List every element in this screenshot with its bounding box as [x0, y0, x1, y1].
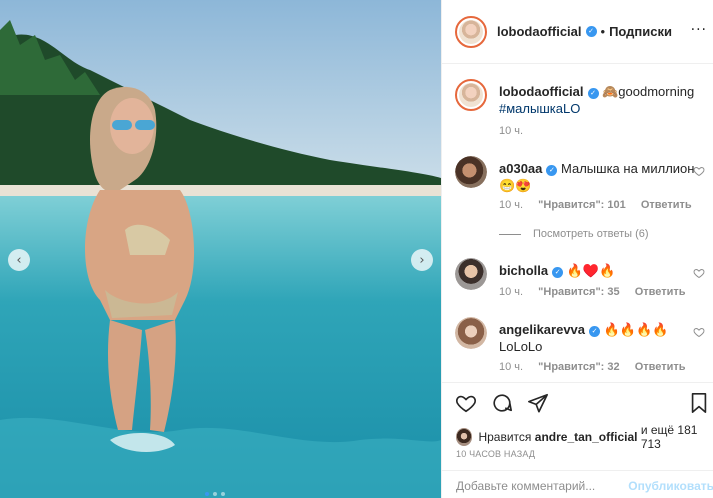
verified-icon: ✓ [585, 26, 597, 37]
commenter-avatar[interactable] [455, 156, 487, 188]
commenter-username[interactable]: angelikarevva [499, 322, 585, 337]
comment-item: angelikarevva ✓ 🔥🔥🔥🔥 LoLoLo 10 ч. "Нравит… [455, 317, 707, 382]
like-comment-heart-icon[interactable] [693, 326, 705, 338]
comment-item: bicholla ✓ 🔥♥️🔥 10 ч. "Нравится": 35 Отве… [455, 258, 707, 308]
comment-meta: 10 ч. "Нравится": 32 Ответить [499, 361, 698, 373]
following-button[interactable]: Подписки [609, 24, 672, 39]
liker-username[interactable]: andre_tan_official [535, 430, 638, 444]
carousel-dot [205, 492, 209, 496]
share-send-icon[interactable] [527, 392, 549, 414]
comment-time[interactable]: 10 ч. [499, 361, 523, 373]
comment-input[interactable]: Добавьте комментарий... [456, 479, 616, 493]
likes-prefix: Нравится [478, 430, 532, 444]
likes-suffix[interactable]: и ещё 181 713 [641, 423, 713, 451]
comment-meta: 10 ч. "Нравится": 35 Ответить [499, 286, 698, 298]
author-username[interactable]: lobodaofficial [497, 24, 582, 39]
comment-bubble-icon[interactable] [491, 392, 513, 414]
caption-avatar[interactable] [455, 79, 487, 111]
verified-icon: ✓ [589, 326, 601, 337]
chevron-right-icon: › [419, 252, 425, 268]
like-heart-icon[interactable] [455, 392, 477, 414]
like-comment-heart-icon[interactable] [693, 165, 705, 177]
separator-dot: • [600, 24, 606, 39]
add-comment-bar: Добавьте комментарий... Опубликовать [442, 470, 713, 498]
comments-list: lobodaofficial ✓ 🙈goodmorning #малышкаLO … [442, 65, 713, 382]
comment-likes[interactable]: "Нравится": 32 [538, 361, 619, 373]
carousel-dot [213, 492, 217, 496]
comment-text: 🔥♥️🔥 [566, 263, 616, 278]
liker-avatar [456, 428, 473, 446]
instagram-post-modal: ‹ › lobodaofficial ✓ • Подписки ··· lobo… [0, 0, 713, 498]
publish-button[interactable]: Опубликовать [628, 479, 713, 493]
comment-text: Малышка на миллион [561, 161, 695, 176]
caption-username[interactable]: lobodaofficial [499, 84, 584, 99]
post-header: lobodaofficial ✓ • Подписки ··· [442, 0, 713, 64]
comment-likes[interactable]: "Нравится": 101 [538, 199, 626, 211]
commenter-avatar[interactable] [455, 258, 487, 290]
like-comment-heart-icon[interactable] [693, 267, 705, 279]
bookmark-icon[interactable] [688, 392, 710, 414]
comment-likes[interactable]: "Нравится": 35 [538, 286, 619, 298]
reply-button[interactable]: Ответить [635, 286, 686, 298]
post-photo[interactable]: ‹ › [0, 0, 441, 498]
caption-time[interactable]: 10 ч. [499, 125, 523, 137]
comment-meta: 10 ч. "Нравится": 101 Ответить [499, 199, 704, 211]
beach-photo-illustration [0, 0, 441, 498]
carousel-prev-button[interactable]: ‹ [8, 249, 30, 271]
verified-icon: ✓ [546, 165, 558, 176]
caption: lobodaofficial ✓ 🙈goodmorning #малышкаLO … [455, 79, 707, 139]
comment-text-line2: 😁😍 [499, 178, 532, 193]
post-timestamp[interactable]: 10 ЧАСОВ НАЗАД [456, 449, 535, 459]
commenter-avatar[interactable] [455, 317, 487, 349]
caption-hashtag[interactable]: #малышкаLO [499, 101, 580, 116]
comment-text: 🔥🔥🔥🔥 [603, 322, 669, 337]
carousel-dot [221, 492, 225, 496]
chevron-left-icon: ‹ [16, 252, 22, 268]
view-replies-button[interactable]: Посмотреть ответы (6) [499, 228, 649, 240]
replies-line-divider [499, 233, 521, 235]
commenter-username[interactable]: a030aa [499, 161, 542, 176]
carousel-next-button[interactable]: › [411, 249, 433, 271]
caption-meta: 10 ч. [499, 125, 535, 137]
comment-time[interactable]: 10 ч. [499, 286, 523, 298]
reply-button[interactable]: Ответить [635, 361, 686, 373]
comment-time[interactable]: 10 ч. [499, 199, 523, 211]
verified-icon: ✓ [587, 88, 599, 99]
likes-summary[interactable]: Нравится andre_tan_official и ещё 181 71… [456, 423, 713, 451]
commenter-username[interactable]: bicholla [499, 263, 548, 278]
carousel-dots [205, 492, 225, 496]
author-avatar[interactable] [455, 15, 487, 48]
comment-text-line2: LoLoLo [499, 339, 543, 354]
post-sidebar: lobodaofficial ✓ • Подписки ··· lobodaof… [441, 0, 713, 498]
more-icon[interactable]: ··· [691, 22, 707, 38]
reply-button[interactable]: Ответить [641, 199, 692, 211]
post-actions: Нравится andre_tan_official и ещё 181 71… [442, 382, 713, 498]
caption-text: 🙈goodmorning [602, 84, 695, 99]
verified-icon: ✓ [552, 267, 564, 278]
view-replies-label: Посмотреть ответы (6) [533, 228, 649, 240]
